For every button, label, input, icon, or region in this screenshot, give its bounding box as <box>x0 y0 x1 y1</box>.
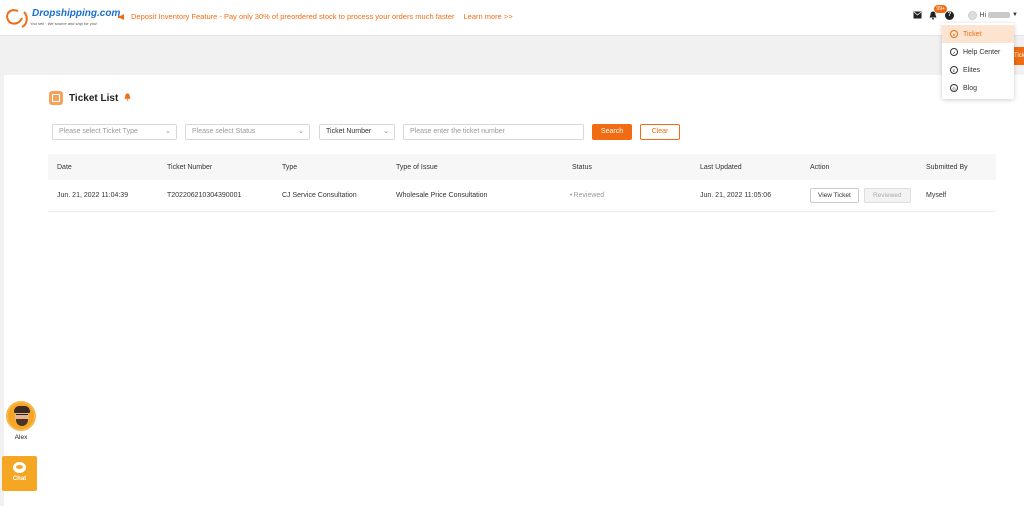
cell-type-of-issue: Wholesale Price Consultation <box>396 192 488 199</box>
page-header: Ticket List <box>49 91 131 105</box>
ticket-number-placeholder: Please enter the ticket number <box>410 128 505 135</box>
ticket-list-icon <box>49 91 63 105</box>
ticket-table: Date Ticket Number Type Type of Issue St… <box>48 154 996 212</box>
logo-text: Dropshipping.com <box>32 8 121 19</box>
table-header: Date Ticket Number Type Type of Issue St… <box>48 154 996 180</box>
message-icon[interactable] <box>912 10 922 20</box>
status-placeholder: Please select Status <box>192 128 256 135</box>
ticket-list-panel: Ticket List Please select Ticket Type ⌄ … <box>4 75 1024 506</box>
search-field-select[interactable]: Ticket Number ⌄ <box>319 124 395 140</box>
cell-submitted-by: Myself <box>926 192 947 199</box>
ticket-type-select[interactable]: Please select Ticket Type ⌄ <box>52 124 177 140</box>
announcement-text: Deposit Inventory Feature - Pay only 30%… <box>131 12 455 21</box>
logo-tagline: You sell · We source and ship for you! <box>30 21 98 26</box>
megaphone-icon <box>118 13 124 20</box>
column-header-submitted-by: Submitted By <box>926 163 968 171</box>
chat-icon <box>13 462 26 473</box>
view-ticket-button[interactable]: View Ticket <box>810 188 859 203</box>
greeting-text: Hi <box>979 11 987 19</box>
cell-ticket-number: T202206210304390001 <box>167 192 242 199</box>
compass-icon: ➚ <box>950 48 958 56</box>
column-header-ticket-number: Ticket Number <box>167 163 213 171</box>
menu-item-help-center[interactable]: ➚ Help Center <box>942 43 1014 61</box>
menu-item-label: Ticket <box>963 30 982 38</box>
menu-item-label: Elites <box>963 66 981 74</box>
column-header-action: Action <box>810 163 830 171</box>
menu-item-label: Blog <box>963 84 978 92</box>
column-header-type: Type <box>282 163 298 171</box>
column-header-status: Status <box>572 163 592 171</box>
bell-icon[interactable] <box>124 93 131 103</box>
chevron-down-icon: ⌄ <box>298 128 304 135</box>
agent-avatar <box>6 401 36 431</box>
chat-label: Chat <box>12 476 27 482</box>
top-bar: Dropshipping.com You sell · We source an… <box>0 0 1024 36</box>
user-dropdown-menu: ● Ticket ➚ Help Center E Elites ◎ Blog <box>942 23 1014 99</box>
header-actions: 99+ ? Hi ▼ <box>912 5 1018 20</box>
chevron-down-icon: ⌄ <box>383 128 389 135</box>
search-field-value: Ticket Number <box>326 128 372 135</box>
ticket-type-placeholder: Please select Ticket Type <box>59 128 138 135</box>
column-header-date: Date <box>57 163 72 171</box>
cell-actions: View Ticket Reviewed <box>810 180 911 211</box>
search-button[interactable]: Search <box>592 124 632 140</box>
logo-swirl-icon <box>6 9 28 28</box>
cell-date: Jun. 21, 2022 11:04:39 <box>57 192 129 199</box>
cell-status: Reviewed <box>570 180 604 211</box>
menu-item-label: Help Center <box>963 48 1001 56</box>
reviewed-button: Reviewed <box>863 188 911 203</box>
notification-bell-icon[interactable]: 99+ <box>928 5 947 20</box>
blurred-username <box>988 12 1011 18</box>
status-select[interactable]: Please select Status ⌄ <box>185 124 310 140</box>
help-icon[interactable]: ? <box>944 10 954 20</box>
menu-item-blog[interactable]: ◎ Blog <box>942 79 1014 97</box>
user-avatar <box>968 10 978 20</box>
agent-name: Alex <box>14 434 28 441</box>
column-header-type-of-issue: Type of Issue <box>396 163 438 171</box>
cj-logo[interactable]: Dropshipping.com You sell · We source an… <box>4 6 120 30</box>
menu-item-elites[interactable]: E Elites <box>942 61 1014 79</box>
cell-type: CJ Service Consultation <box>282 192 357 199</box>
learn-more-link[interactable]: Learn more >> <box>464 12 513 21</box>
blog-icon: ◎ <box>950 84 958 92</box>
chevron-down-icon: ⌄ <box>165 128 171 135</box>
support-agent-widget[interactable]: Alex <box>5 401 37 441</box>
ticket-icon: ● <box>950 30 958 38</box>
chat-button[interactable]: Chat <box>2 456 37 491</box>
page-title: Ticket List <box>69 92 119 104</box>
chevron-down-icon: ▼ <box>1012 12 1018 18</box>
elites-icon: E <box>950 66 958 74</box>
ticket-number-input[interactable]: Please enter the ticket number <box>403 124 584 140</box>
table-row: Jun. 21, 2022 11:04:39 T2022062103043900… <box>48 180 996 212</box>
menu-item-ticket[interactable]: ● Ticket <box>942 25 1014 43</box>
cell-last-updated: Jun. 21, 2022 11:05:06 <box>700 192 772 199</box>
user-menu[interactable]: Hi ▼ <box>968 10 1018 20</box>
announcement-bar: Deposit Inventory Feature - Pay only 30%… <box>117 12 513 21</box>
column-header-last-updated: Last Updated <box>700 163 742 171</box>
clear-button[interactable]: Clear <box>640 124 680 140</box>
